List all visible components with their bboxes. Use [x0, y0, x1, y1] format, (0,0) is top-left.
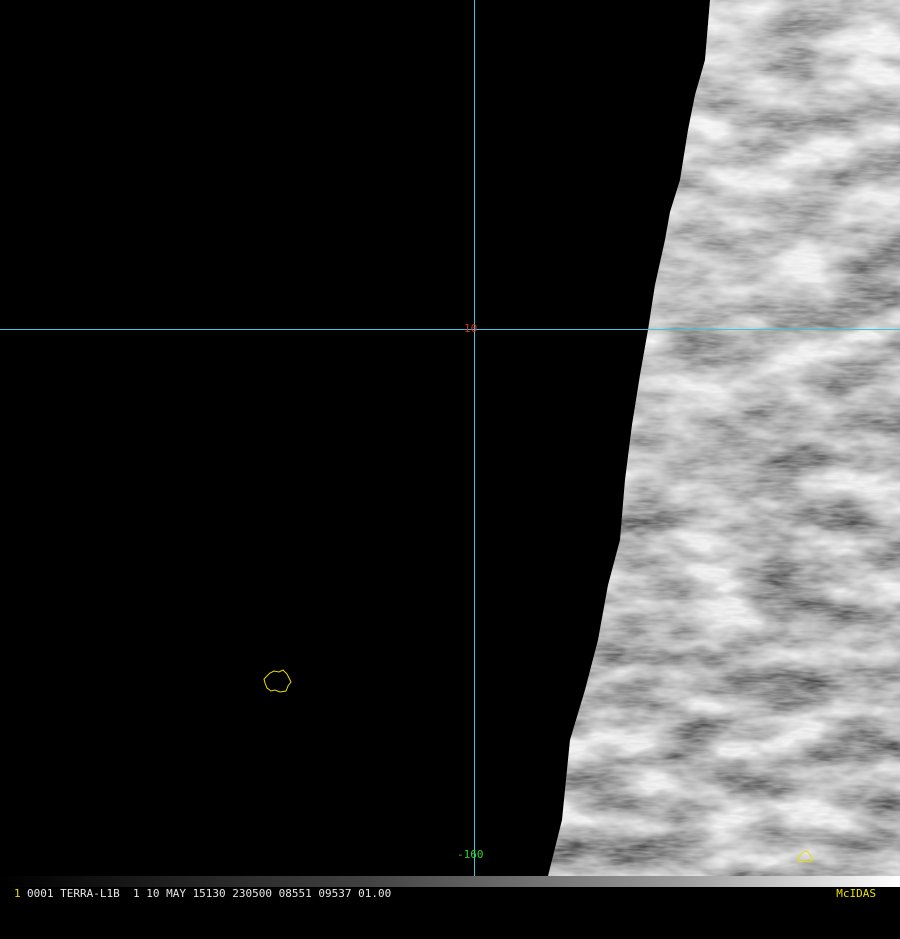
longitude-label: -160 [457, 848, 484, 861]
status-bar: 1 0001 TERRA-L1B 1 10 MAY 15130 230500 0… [0, 887, 900, 900]
island-outline [263, 669, 292, 693]
frame-number: 1 [14, 887, 21, 900]
grayscale-bar [0, 876, 900, 887]
brand-label: McIDAS [836, 887, 876, 900]
satellite-swath [548, 0, 900, 876]
latitude-grid-line [0, 329, 900, 330]
latitude-label: 10 [464, 322, 478, 335]
satellite-image-viewport[interactable]: 10 -160 [0, 0, 900, 876]
status-text: 0001 TERRA-L1B 1 10 MAY 15130 230500 085… [27, 887, 392, 900]
island-outline [796, 850, 814, 863]
satellite-imagery [548, 0, 900, 876]
longitude-grid-line [474, 0, 475, 876]
